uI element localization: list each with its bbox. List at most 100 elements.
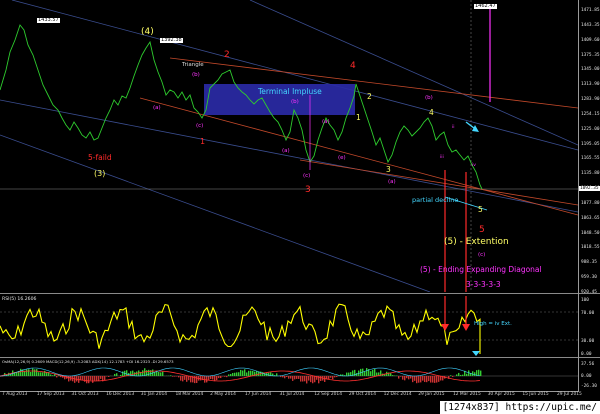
osma-bar [294, 376, 296, 380]
osma-bar [312, 376, 314, 384]
osma-bar [452, 376, 454, 377]
price-panel[interactable]: 1433.57 1392.38 1462.47 Triangle Termina… [0, 0, 578, 292]
rsi-scale-label: 100 [581, 298, 589, 303]
wave-ii-label: ii [452, 125, 455, 130]
osma-bar [286, 376, 288, 377]
wave-c-label-1: (c) [196, 123, 204, 129]
osma-bar [288, 376, 290, 379]
osma-bar [408, 376, 410, 380]
price-scale-label: 1345.00 [581, 67, 600, 73]
osma-bar [404, 376, 406, 381]
osma-bar [238, 372, 240, 376]
oscillator-scale-label: 37.56 [581, 362, 595, 367]
osma-bar [410, 376, 412, 379]
osma-bar [416, 376, 418, 384]
osma-bar [26, 369, 28, 376]
date-label: 29 Jul 2015 [557, 392, 582, 397]
osma-bar [182, 376, 184, 382]
osma-bar [298, 376, 300, 379]
osma-bar [314, 376, 316, 383]
price-scale-label: 1471.85 [581, 8, 600, 13]
wave-b-label-3: (b) [425, 95, 433, 101]
osma-bar [154, 372, 156, 376]
date-label: 29 Oct 2014 [348, 392, 377, 397]
osma-bar [430, 376, 432, 383]
osma-bar [38, 372, 40, 376]
osma-bar [32, 368, 34, 376]
wave-3-paren-label: (3) [94, 169, 106, 178]
wave-3-label-red: 3 [305, 185, 311, 195]
osma-bar [406, 376, 408, 379]
osma-bar [86, 376, 88, 384]
osma-bar [474, 372, 476, 376]
osma-bar [142, 370, 144, 376]
wave-2-label-yellow: 2 [367, 92, 372, 101]
osma-bar [424, 376, 426, 383]
rsi-cyan-arrowhead [472, 351, 480, 356]
osma-bar [30, 371, 32, 376]
oscillator-scale-label: -26.30 [581, 384, 597, 389]
osma-bar [336, 376, 338, 378]
osma-bar [296, 376, 298, 379]
osma-bar [206, 376, 208, 383]
trendline-blue-2 [0, 99, 578, 213]
osma-bar [160, 372, 162, 376]
osma-bar [292, 376, 294, 381]
osma-bar [178, 376, 180, 378]
wave-5-label-red: 5 [479, 225, 485, 235]
rsi-scale-label: 30.00 [581, 339, 595, 344]
date-label: 30 Apr 2015 [487, 392, 515, 397]
rsi-scale-label: 70.00 [581, 311, 595, 316]
wave-3-label-yellow: 3 [386, 165, 391, 174]
osma-bar [56, 376, 58, 378]
date-label: 31 Jan 2014 [140, 392, 168, 397]
osma-bar [50, 374, 52, 376]
wave-1-label-yellow: 1 [356, 113, 361, 122]
osma-bar [200, 376, 202, 381]
osma-bar [480, 370, 482, 376]
osma-bar [422, 376, 424, 381]
osma-bar [302, 376, 304, 382]
osma-bar [196, 376, 198, 383]
osma-bar [94, 376, 96, 381]
osma-bar [184, 376, 186, 380]
osma-bar [34, 369, 36, 376]
date-label: 29 Jan 2015 [418, 392, 445, 397]
osma-bar [162, 371, 164, 376]
date-label: 16 Dec 2013 [106, 392, 135, 397]
osma-bar [402, 376, 404, 380]
osma-bar [120, 374, 122, 376]
osma-bar [438, 376, 440, 382]
date-label: 12 Sep 2014 [314, 392, 343, 397]
trendline-blue-4 [249, 0, 578, 146]
osma-bar [90, 376, 92, 381]
rsi-scale-label: 0.00 [581, 352, 592, 357]
osma-bar [420, 376, 422, 383]
price-scale-label: 959.30 [581, 275, 597, 281]
osma-bar [308, 376, 310, 381]
current-price-tag: 1092.35 [579, 186, 600, 191]
osma-bar [210, 376, 212, 380]
osma-bar [170, 375, 172, 376]
date-label: 15 Jun 2015 [522, 392, 549, 397]
wave-b-label-2: (b) [291, 99, 299, 105]
osma-bar [20, 368, 22, 376]
osma-bar [40, 372, 42, 376]
price-scale-label: 1225.00 [581, 126, 600, 132]
osma-bar [36, 369, 38, 376]
date-label: 2 May 2014 [210, 392, 236, 397]
rsi-panel[interactable]: RSI(5) 16.2606 High = iv Ext. [0, 296, 578, 356]
price-scale-label: 1313.90 [581, 82, 600, 88]
price-scale-label: 1283.90 [581, 97, 600, 103]
oscillator-panel[interactable]: OsMA(12,26,9) 0.2609 MACD(12,26,9) -3.20… [0, 358, 578, 390]
osma-bar [426, 376, 428, 383]
osma-bar [100, 376, 102, 379]
osma-bar [306, 376, 308, 384]
wave-4-label-yellow: 4 [429, 108, 434, 117]
osma-bar [180, 376, 182, 381]
osma-bar [82, 376, 84, 381]
price-scale[interactable] [578, 0, 600, 392]
osma-bar [370, 371, 372, 376]
osma-bar [432, 376, 434, 383]
osma-bar [74, 376, 76, 383]
